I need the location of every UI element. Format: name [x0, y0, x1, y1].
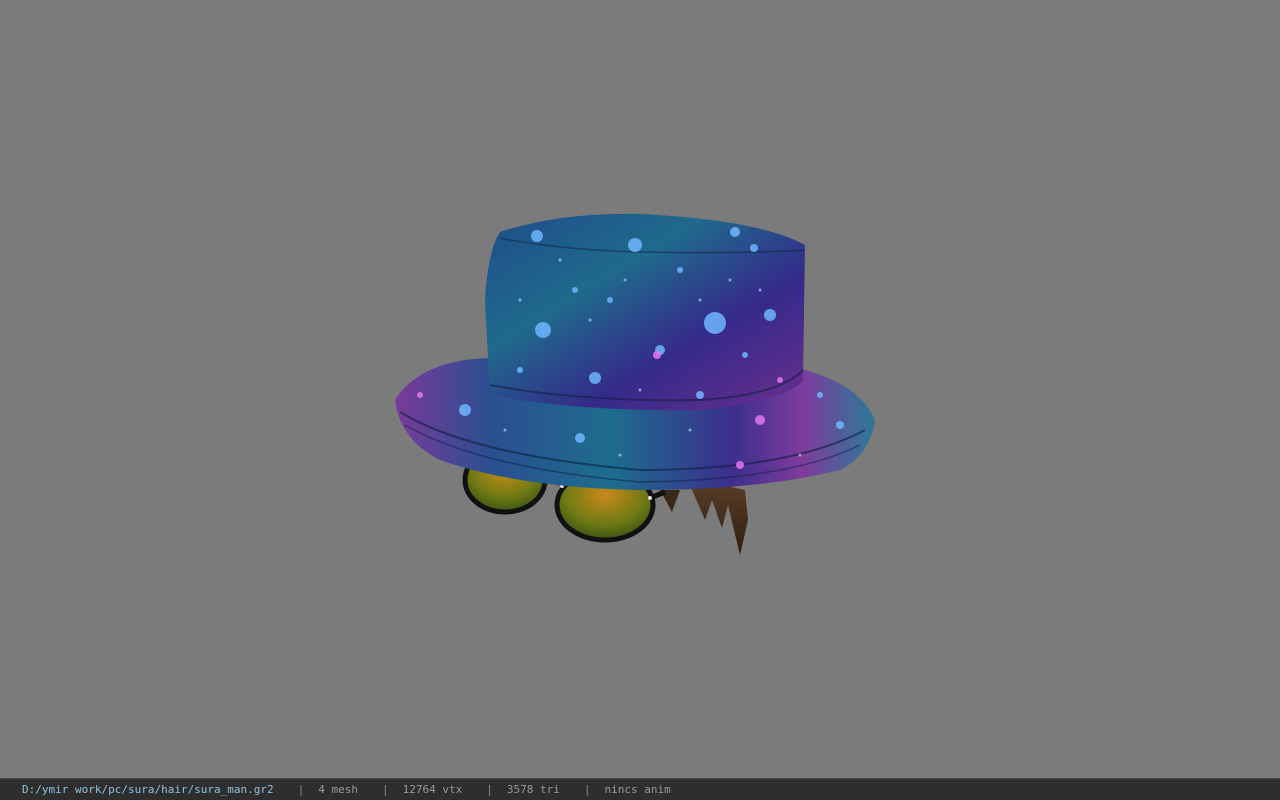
triangle-count-text: 3578 tri [506, 783, 560, 796]
vertex-count-text: 12764 vtx [402, 783, 463, 796]
3d-viewport[interactable] [0, 0, 1280, 778]
mesh-count-text: 4 mesh [318, 783, 359, 796]
hair-mesh [650, 480, 748, 555]
status-separator: | [583, 783, 591, 796]
status-separator: | [486, 783, 493, 796]
animation-status-text: nincs anim [604, 783, 671, 796]
status-separator: | [297, 783, 305, 796]
status-bar: D:/ymir work/pc/sura/hair/sura_man.gr2 |… [0, 778, 1280, 800]
status-separator: | [382, 783, 389, 796]
model-render[interactable] [0, 0, 1280, 778]
file-path-text: D:/ymir work/pc/sura/hair/sura_man.gr2 [22, 783, 274, 796]
